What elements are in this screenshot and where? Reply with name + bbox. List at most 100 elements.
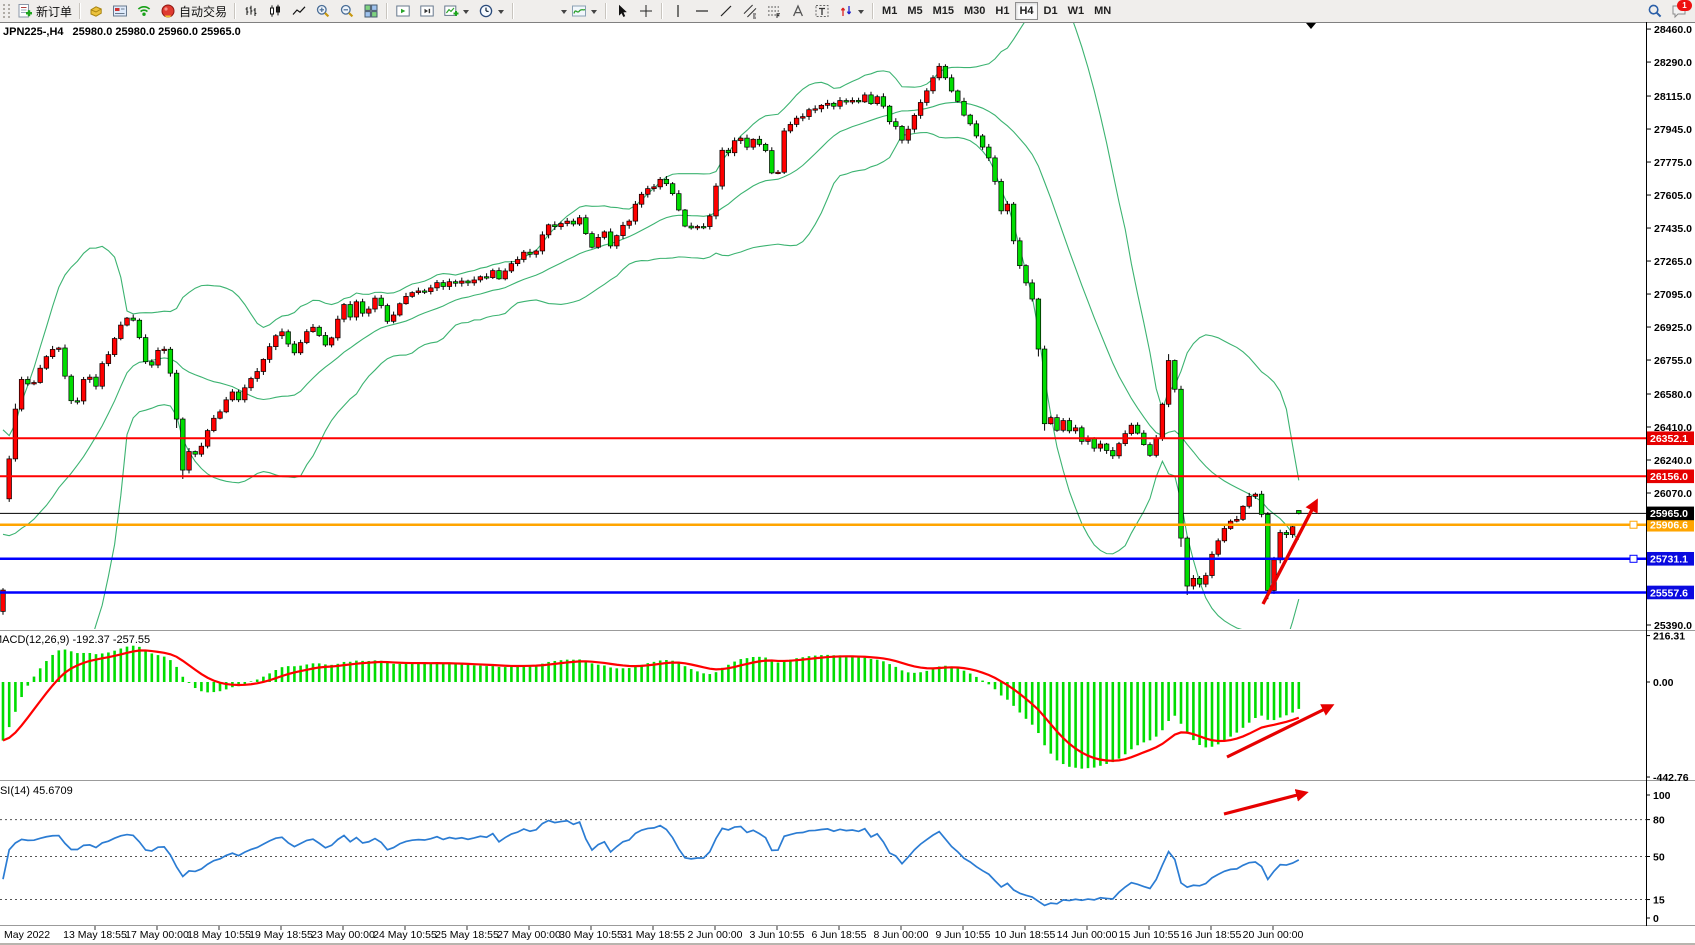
signals-button[interactable] <box>133 1 155 21</box>
trend-arrow-annotation[interactable] <box>1263 502 1316 604</box>
line-handle[interactable] <box>1630 521 1637 528</box>
timeframe-h1-button[interactable]: H1 <box>991 2 1013 20</box>
rsi-axis-label: 80 <box>1653 814 1665 826</box>
macd-histogram-bar <box>374 660 377 682</box>
search-icon[interactable] <box>1647 3 1663 19</box>
time-axis-label[interactable]: 30 May 10:55 <box>559 929 623 941</box>
timeframe-m30-button[interactable]: M30 <box>960 2 989 20</box>
time-axis-label[interactable]: 24 May 10:55 <box>373 929 437 941</box>
rsi-axis-label: 0 <box>1653 913 1659 925</box>
time-axis-label[interactable]: 3 Jun 10:55 <box>750 929 805 941</box>
bar-chart-button[interactable] <box>240 1 262 21</box>
time-axis-label[interactable]: 18 May 10:55 <box>187 929 251 941</box>
candlestick-chart-button[interactable] <box>264 1 286 21</box>
candle-down <box>770 151 775 173</box>
time-axis-label[interactable]: 17 May 00:00 <box>125 929 189 941</box>
timeframe-m1-button[interactable]: M1 <box>878 2 901 20</box>
time-axis-label[interactable]: 20 Jun 00:00 <box>1243 929 1304 941</box>
candle-up <box>819 105 824 108</box>
fibonacci-button[interactable] <box>763 1 785 21</box>
data-window-button[interactable] <box>109 1 131 21</box>
time-axis-label[interactable]: 16 Jun 18:55 <box>1181 929 1242 941</box>
time-axis-label[interactable]: 25 May 18:55 <box>435 929 499 941</box>
time-axis-label[interactable]: 14 Jun 00:00 <box>1057 929 1118 941</box>
candle-up <box>1005 204 1010 211</box>
candle-down <box>1297 510 1302 513</box>
time-axis-label[interactable]: 31 May 18:55 <box>621 929 685 941</box>
candle-up <box>912 115 917 129</box>
time-axis-label[interactable]: 27 May 00:00 <box>497 929 561 941</box>
chart-shift-marker[interactable] <box>1306 23 1316 29</box>
macd-histogram-bar <box>746 658 749 682</box>
macd-histogram-bar <box>423 663 426 682</box>
channel-button[interactable] <box>739 1 761 21</box>
macd-histogram-bar <box>1130 682 1133 749</box>
price-axis-label: 28460.0 <box>1654 24 1692 36</box>
chart-end-button[interactable] <box>416 1 438 21</box>
macd-histogram-bar <box>777 663 780 682</box>
timeframe-m5-button[interactable]: M5 <box>903 2 926 20</box>
toolbar-grip[interactable] <box>3 4 10 18</box>
macd-histogram-bar <box>194 682 197 688</box>
time-axis-label[interactable]: 10 Jun 18:55 <box>995 929 1056 941</box>
timeframe-mn-button[interactable]: MN <box>1090 2 1115 20</box>
macd-histogram-bar <box>275 670 278 682</box>
rsi-arrow-annotation[interactable] <box>1224 793 1305 814</box>
toolbar-separator <box>234 3 236 19</box>
auto-trading-button[interactable]: 自动交易 <box>157 1 230 21</box>
candle-up <box>782 131 787 172</box>
tile-windows-button[interactable] <box>360 1 382 21</box>
time-axis-label[interactable]: 23 May 00:00 <box>311 929 375 941</box>
macd-histogram-bar <box>640 665 643 682</box>
panel-separator[interactable] <box>0 780 1695 781</box>
time-axis-label[interactable]: 8 Jun 00:00 <box>874 929 929 941</box>
macd-histogram-bar <box>411 663 414 682</box>
tile-windows-icon <box>363 3 379 19</box>
text-button[interactable] <box>787 1 809 21</box>
zoom-out-button[interactable] <box>336 1 358 21</box>
candle-up <box>404 296 409 303</box>
candle-up <box>596 237 601 247</box>
timeframe-m15-button[interactable]: M15 <box>929 2 958 20</box>
chart-canvas[interactable]: 28460.028290.028115.027945.027775.027605… <box>0 0 1695 945</box>
time-axis-label[interactable]: 19 May 18:55 <box>249 929 313 941</box>
time-axis-label[interactable]: 15 Jun 10:55 <box>1119 929 1180 941</box>
period-button[interactable] <box>475 1 508 21</box>
market-watch-button[interactable] <box>85 1 107 21</box>
macd-histogram-bar <box>851 656 854 682</box>
notifications-button[interactable]: 1 <box>1671 3 1687 19</box>
line-chart-button[interactable] <box>288 1 310 21</box>
macd-histogram-bar <box>622 668 625 682</box>
macd-histogram-bar <box>76 653 79 682</box>
crosshair-button[interactable] <box>635 1 657 21</box>
time-axis-label[interactable]: 6 Jun 18:55 <box>812 929 867 941</box>
macd-histogram-bar <box>175 667 178 682</box>
candle-down <box>832 103 837 106</box>
time-axis-label[interactable]: May 2022 <box>4 929 50 941</box>
cursor-button[interactable] <box>611 1 633 21</box>
chart-forward-button[interactable] <box>392 1 414 21</box>
zoom-in-button[interactable] <box>312 1 334 21</box>
time-axis-label[interactable]: 9 Jun 10:55 <box>936 929 991 941</box>
panel-separator[interactable] <box>0 925 1695 926</box>
timeframe-h4-button[interactable]: H4 <box>1015 2 1037 20</box>
indicators-button[interactable] <box>557 1 601 21</box>
timeframe-d1-button[interactable]: D1 <box>1040 2 1062 20</box>
line-handle[interactable] <box>1630 555 1637 562</box>
panel-separator[interactable] <box>0 630 1695 631</box>
new-order-button[interactable]: 新订单 <box>14 1 75 21</box>
shapes-button[interactable] <box>835 1 868 21</box>
text-label-button[interactable] <box>811 1 833 21</box>
time-axis-label[interactable]: 13 May 18:55 <box>63 929 127 941</box>
macd-histogram-bar <box>312 663 315 682</box>
horizontal-line-button[interactable] <box>691 1 713 21</box>
macd-histogram-bar <box>789 660 792 682</box>
candle-up <box>577 218 582 224</box>
candle-down <box>894 122 899 127</box>
trendline-button[interactable] <box>715 1 737 21</box>
chart-play-icon <box>395 3 411 19</box>
vertical-line-button[interactable] <box>667 1 689 21</box>
time-axis-label[interactable]: 2 Jun 00:00 <box>688 929 743 941</box>
timeframe-w1-button[interactable]: W1 <box>1064 2 1089 20</box>
new-chart-button[interactable] <box>440 1 473 21</box>
